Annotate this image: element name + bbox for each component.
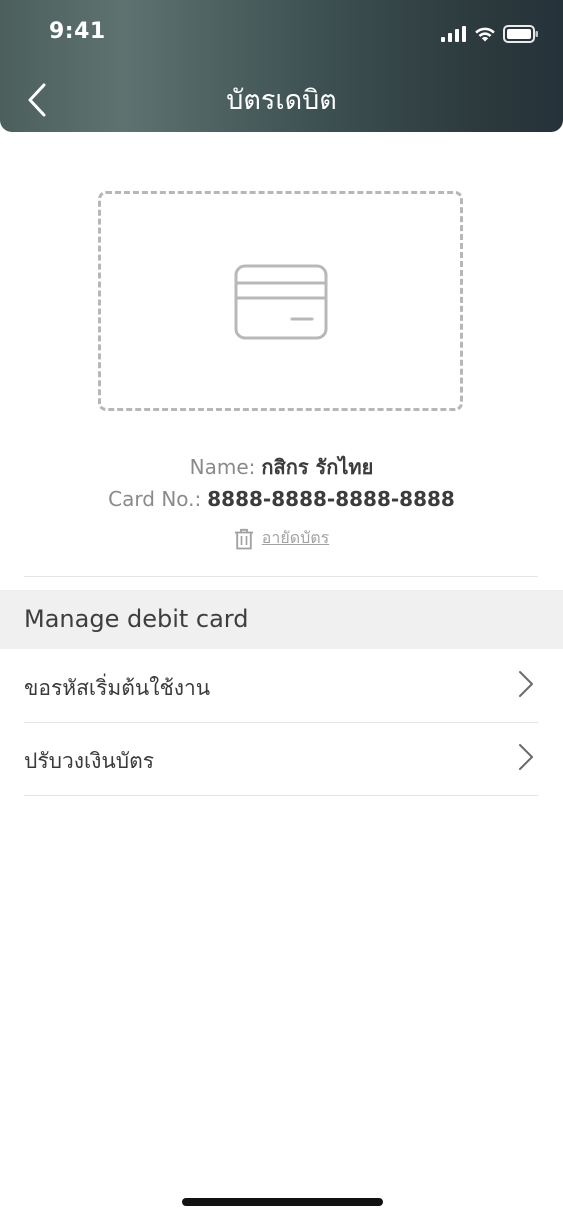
signal-icon	[441, 26, 466, 42]
name-value: กสิกร รักไทย	[261, 455, 374, 479]
card-number-label: Card No.:	[108, 487, 202, 511]
manage-section-header: Manage debit card	[0, 590, 563, 649]
status-icons	[441, 24, 539, 44]
home-indicator[interactable]	[182, 1198, 383, 1206]
credit-card-icon	[234, 264, 328, 340]
chevron-right-icon	[519, 671, 533, 697]
menu-item-adjust-limit[interactable]: ปรับวงเงินบัตร	[24, 723, 538, 795]
menu-item-label: ปรับวงเงินบัตร	[24, 749, 155, 773]
debit-card-screen: 9:41 บัตรเดบิต Name: กสิกร รักไทย Card N…	[0, 0, 563, 1219]
name-label: Name:	[189, 455, 256, 479]
chevron-right-icon	[519, 744, 533, 770]
menu-item-label: ขอรหัสเริ่มต้นใช้งาน	[24, 676, 211, 700]
trash-icon	[234, 528, 253, 549]
card-number-line: Card No.: 8888-8888-8888-8888	[0, 487, 563, 511]
header-bar: 9:41 บัตรเดบิต	[0, 0, 563, 132]
manage-section-title: Manage debit card	[24, 605, 249, 633]
freeze-card-link[interactable]: อายัดบัตร	[262, 526, 330, 551]
freeze-card-action[interactable]: อายัดบัตร	[0, 526, 563, 551]
page-title: บัตรเดบิต	[226, 85, 337, 116]
menu-item-request-pin[interactable]: ขอรหัสเริ่มต้นใช้งาน	[24, 650, 538, 722]
divider	[24, 795, 538, 796]
wifi-icon	[475, 27, 495, 42]
cardholder-name-line: Name: กสิกร รักไทย	[0, 451, 563, 483]
divider	[24, 576, 538, 577]
status-time: 9:41	[49, 19, 106, 44]
battery-icon	[503, 25, 538, 43]
card-number-value: 8888-8888-8888-8888	[207, 487, 455, 511]
